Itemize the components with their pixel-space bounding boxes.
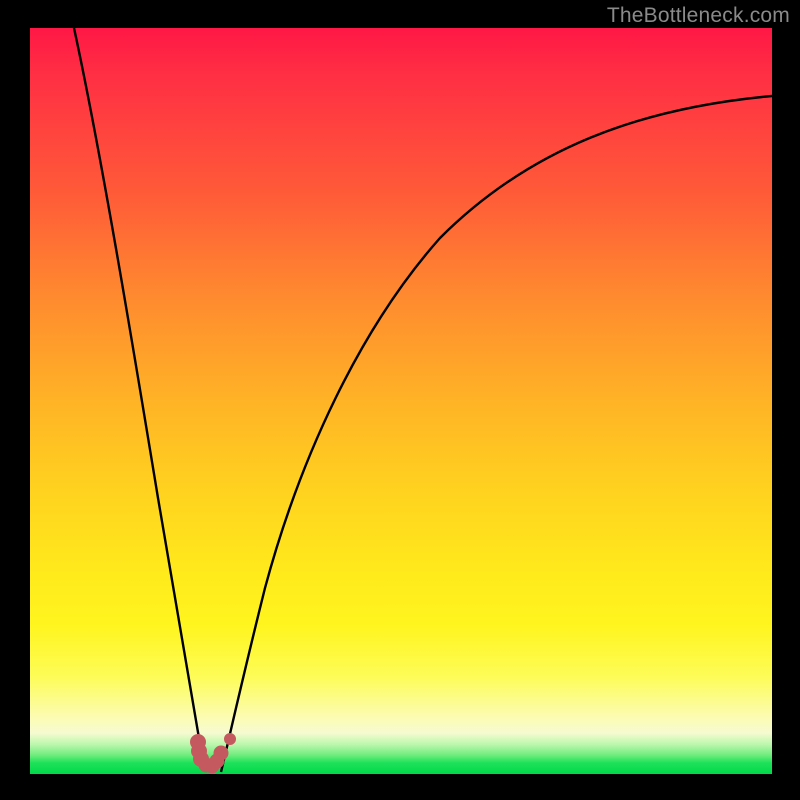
curve-right-branch [221,96,772,772]
watermark: TheBottleneck.com [607,4,790,28]
chart-frame: TheBottleneck.com [0,0,800,800]
highlight-cluster [191,734,236,774]
curve-left-branch [74,28,207,772]
curve-layer [30,28,772,774]
plot-area [30,28,772,774]
